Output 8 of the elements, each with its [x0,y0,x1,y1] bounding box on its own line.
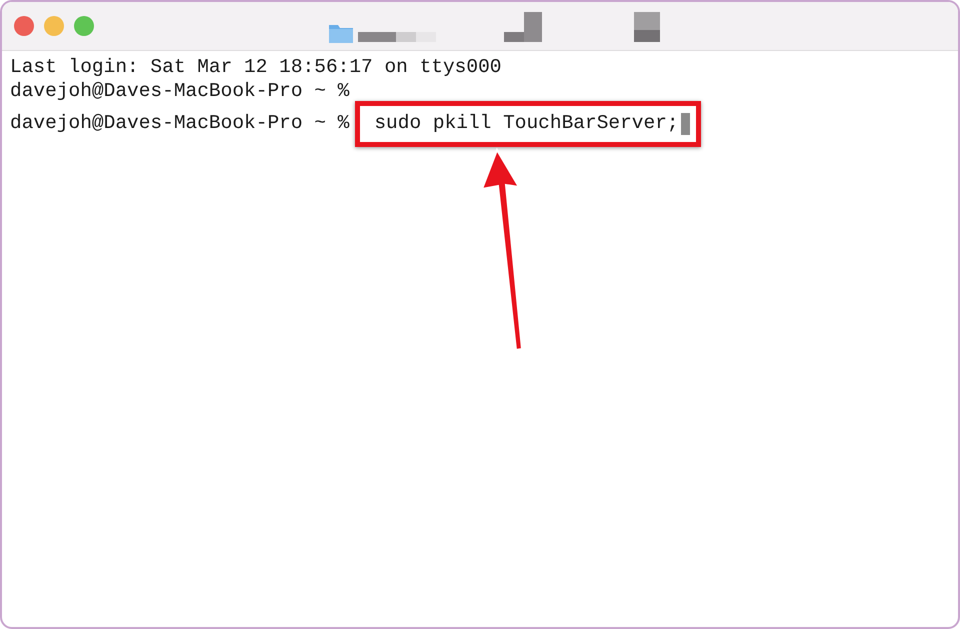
zoom-button[interactable] [74,16,94,36]
terminal-output: Last login: Sat Mar 12 18:56:17 on ttys000 [10,56,502,80]
terminal-prompt: davejoh@Daves-MacBook-Pro ~ % [10,80,350,103]
close-button[interactable] [14,16,34,36]
highlighted-command: sudo pkill TouchBarServer; [355,101,701,146]
minimize-button[interactable] [44,16,64,36]
folder-icon [328,22,354,44]
terminal-prompt: davejoh@Daves-MacBook-Pro ~ % [10,112,350,136]
